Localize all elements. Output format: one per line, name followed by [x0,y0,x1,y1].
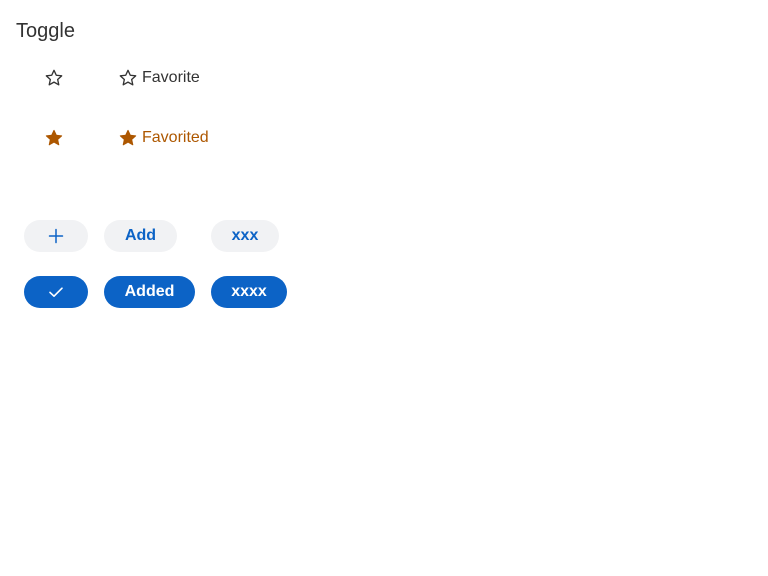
add-icon-chip-toggle[interactable] [24,220,88,252]
custom-selected-chip-toggle[interactable]: xxxx [211,276,287,308]
add-chip-toggle[interactable]: Add [104,220,177,252]
star-outline-icon [44,68,64,88]
star-filled-icon [118,128,138,148]
added-chip-toggle[interactable]: Added [104,276,195,308]
favorited-label: Favorited [142,129,209,146]
star-filled-icon [44,128,64,148]
favorite-label: Favorite [142,69,200,86]
star-outline-icon [118,68,138,88]
plus-icon [48,228,64,244]
favorited-icon-toggle[interactable] [42,126,66,150]
page-title: Toggle [16,20,75,42]
added-icon-chip-toggle[interactable] [24,276,88,308]
toggle-demo-page: Toggle Favorite Favorited Add xxx Added … [0,0,768,576]
favorited-text-toggle[interactable]: Favorited [118,126,209,150]
check-icon [48,284,64,300]
favorite-icon-toggle[interactable] [42,66,66,90]
custom-chip-toggle[interactable]: xxx [211,220,279,252]
favorite-text-toggle[interactable]: Favorite [118,66,200,90]
